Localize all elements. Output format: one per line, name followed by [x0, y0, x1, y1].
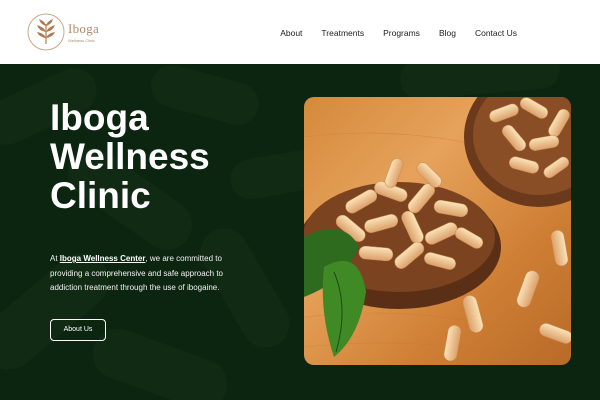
page-title: Iboga Wellness Clinic: [50, 98, 290, 215]
nav-programs[interactable]: Programs: [383, 28, 420, 38]
logo-subtitle: Wellness Clinic: [68, 38, 96, 43]
nav-contact-us[interactable]: Contact Us: [475, 28, 517, 38]
brand-link[interactable]: Iboga Wellness Center: [60, 254, 146, 263]
header: Iboga Wellness Clinic About Treatments P…: [0, 0, 600, 64]
nav-treatments[interactable]: Treatments: [321, 28, 364, 38]
hero-description: At Iboga Wellness Center, we are committ…: [50, 252, 250, 296]
title-line-1: Iboga: [50, 97, 149, 138]
desc-prefix: At: [50, 254, 60, 263]
nav-blog[interactable]: Blog: [439, 28, 456, 38]
nav-about[interactable]: About: [280, 28, 302, 38]
hero-section: Iboga Wellness Clinic At Iboga Wellness …: [0, 64, 600, 400]
hero-image: [304, 97, 571, 365]
logo[interactable]: Iboga Wellness Clinic: [26, 12, 116, 52]
title-line-3: Clinic: [50, 175, 151, 216]
logo-wordmark: Iboga: [68, 21, 100, 36]
capsules-bowl-illustration: [304, 97, 571, 362]
leaf-tree-icon: [27, 13, 65, 51]
title-line-2: Wellness: [50, 136, 210, 177]
about-us-button[interactable]: About Us: [50, 319, 106, 341]
main-nav: About Treatments Programs Blog Contact U…: [261, 28, 517, 38]
